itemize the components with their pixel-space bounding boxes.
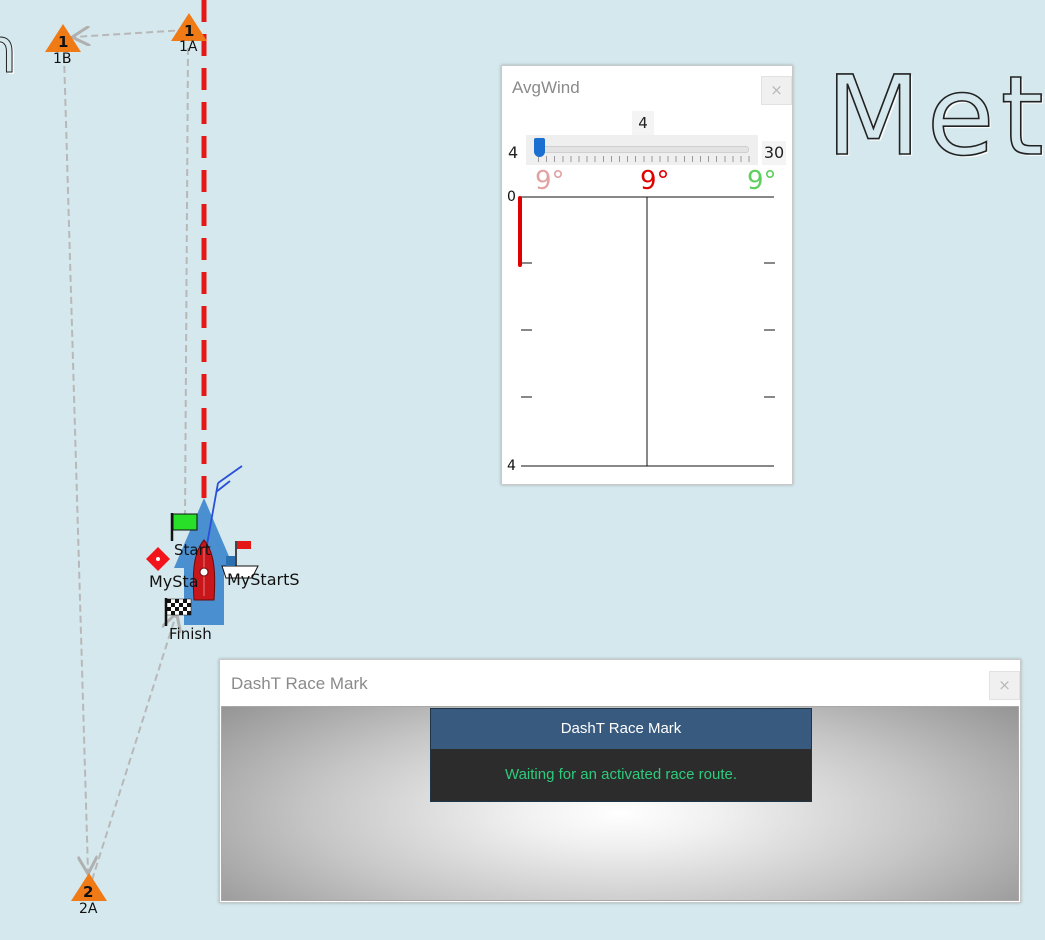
avgwind-window: AvgWind × 4 4 30 9° 9° 9° 0 4: [501, 65, 793, 485]
race-mark-card: DashT Race Mark Waiting for an activated…: [430, 708, 812, 802]
mystart-port-buoy-icon: [146, 547, 170, 571]
race-mark-close-button[interactable]: ×: [989, 671, 1020, 700]
graph-axis-top-label: 0: [507, 189, 516, 205]
race-route: [63, 30, 189, 881]
mystart-stbd-label: MyStartS: [227, 570, 300, 589]
start-label: Start: [174, 541, 211, 559]
mark-1b-number: 1: [58, 33, 69, 51]
graph-axis-bottom-label: 4: [507, 458, 516, 474]
race-mark-window: DashT Race Mark × DashT Race Mark Waitin…: [219, 659, 1021, 903]
race-mark-status: Waiting for an activated race route.: [431, 749, 811, 801]
race-mark-content: DashT Race Mark Waiting for an activated…: [221, 706, 1019, 901]
finish-label: Finish: [169, 625, 212, 643]
mystart-port-label: MyStartP: [149, 572, 199, 591]
wind-history-graph: [518, 196, 775, 467]
mark-1a-label: 1A: [179, 39, 198, 55]
mark-1b-label: 1B: [53, 51, 72, 67]
race-mark-card-header: DashT Race Mark: [431, 709, 811, 749]
mark-2a-label: 2A: [79, 901, 98, 917]
mark-1a-number: 1: [184, 22, 195, 40]
mark-2a-number: 2: [83, 883, 94, 901]
race-mark-title: DashT Race Mark: [231, 674, 368, 693]
